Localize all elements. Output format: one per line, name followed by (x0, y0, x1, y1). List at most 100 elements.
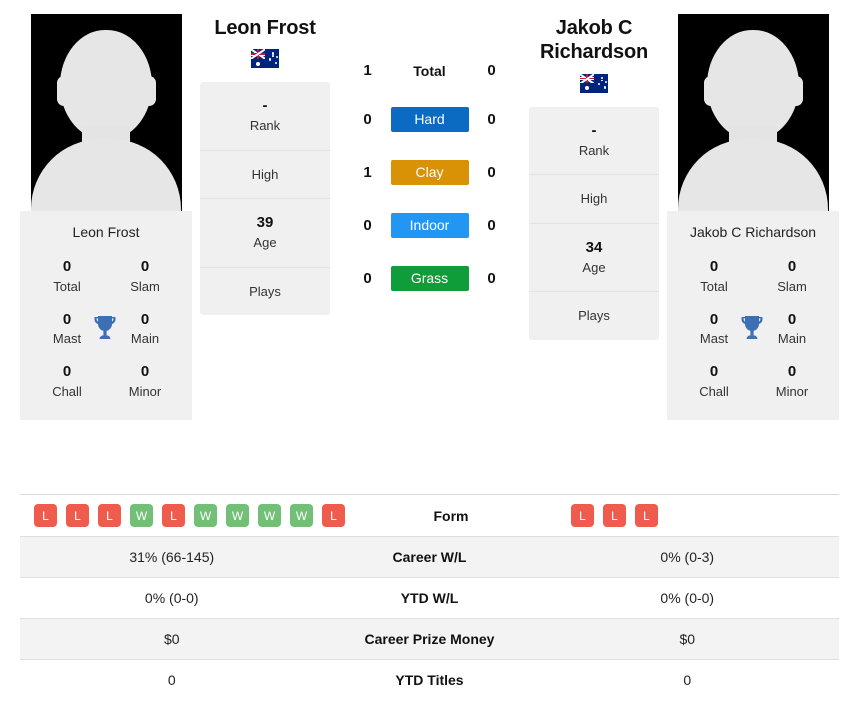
union-jack (580, 73, 594, 84)
surface-titles-column: 1 Total 0 0 Hard 0 1 Clay 0 0 Indoor 0 0 (330, 14, 529, 291)
ytd-titles-right: 0 (683, 672, 692, 688)
surface-hard-right-value: 0 (487, 111, 496, 128)
career-prize-left: $0 (163, 631, 180, 647)
info-rank-value-left: - (262, 97, 268, 115)
surface-grass-label: Grass (390, 266, 469, 291)
table-row-career-prize: $0 Career Prize Money $0 (20, 618, 839, 659)
player-photo-left (30, 14, 182, 211)
surface-clay-left-value: 1 (363, 164, 372, 181)
titles-slam-label-left: Slam (130, 278, 160, 294)
table-row-ytd-wl: 0% (0-0) YTD W/L 0% (0-0) (20, 577, 839, 618)
player-name-right: Jakob C Richardson (539, 17, 649, 64)
surface-hard-label: Hard (390, 107, 469, 132)
titles-total-label-left: Total (53, 278, 81, 294)
titles-slam-left: 0 Slam (106, 256, 184, 297)
form-badge-w[interactable]: W (258, 504, 281, 527)
player-card-left: Leon Frost 0 Total 0 Slam 0 Mast 0 Main … (20, 14, 192, 420)
form-badge-l[interactable]: L (34, 504, 57, 527)
surface-total-left-value: 1 (363, 62, 372, 79)
titles-total-label-right: Total (700, 278, 728, 294)
player-info-col-right: Jakob C Richardson - Rank High 34 Age Pl… (529, 14, 659, 340)
info-rank-label-left: Rank (249, 118, 281, 134)
form-badge-l[interactable]: L (98, 504, 121, 527)
player-flag-right (529, 73, 659, 93)
titles-minor-label-left: Minor (128, 383, 162, 399)
player-flag-left (200, 49, 330, 69)
ytd-wl-right: 0% (0-0) (660, 590, 715, 606)
union-jack (251, 49, 265, 59)
trophy-icon (736, 312, 770, 346)
surface-indoor-right-value: 0 (487, 217, 496, 234)
form-badge-l[interactable]: L (322, 504, 345, 527)
info-rank-label-right: Rank (578, 142, 610, 158)
ytd-wl-left: 0% (0-0) (144, 590, 199, 606)
info-age-label-left: Age (253, 235, 277, 251)
table-label-career-wl: Career W/L (392, 549, 467, 565)
form-badge-l[interactable]: L (162, 504, 185, 527)
player-name-left: Leon Frost (214, 17, 316, 39)
avatar-silhouette-ear-right (141, 76, 156, 106)
info-high-label-left: High (251, 166, 279, 182)
player-info-col-left: Leon Frost - Rank High 39 Age Plays (200, 14, 330, 316)
table-row-career-wl: 31% (66-145) Career W/L 0% (0-3) (20, 536, 839, 577)
surface-grass-left-value: 0 (363, 270, 372, 287)
table-label-ytd-titles: YTD Titles (395, 672, 464, 688)
australia-flag-icon (580, 73, 608, 93)
info-rank-left: - Rank (200, 82, 330, 150)
form-badge-l[interactable]: L (571, 504, 594, 527)
career-wl-right: 0% (0-3) (660, 549, 715, 565)
info-age-value-left: 39 (256, 214, 274, 232)
table-label-form: Form (433, 507, 469, 524)
table-row-form: LLLWLWWWWL Form LLL (20, 494, 839, 536)
surface-total-right-value: 0 (487, 62, 496, 79)
career-wl-left: 31% (66-145) (129, 549, 215, 565)
form-badge-w[interactable]: W (130, 504, 153, 527)
titles-total-left: 0 Total (28, 256, 106, 297)
info-rank-value-right: - (591, 121, 597, 139)
info-age-right: 34 Age (529, 222, 659, 292)
comparison-header: Leon Frost 0 Total 0 Slam 0 Mast 0 Main … (0, 0, 859, 490)
titles-chall-label-left: Chall (52, 383, 82, 399)
avatar-silhouette-head (60, 30, 152, 140)
info-plays-label-right: Plays (578, 308, 610, 324)
player-photo-right (677, 14, 829, 211)
avatar-silhouette-body (31, 139, 181, 211)
form-badge-l[interactable]: L (66, 504, 89, 527)
player-card-right: Jakob C Richardson 0 Total 0 Slam 0 Mast (667, 14, 839, 420)
comparison-stats-table: LLLWLWWWWL Form LLL 31% (66-145) Career … (20, 494, 839, 705)
info-panel-left: - Rank High 39 Age Plays (200, 82, 330, 316)
titles-minor-right: 0 Minor (753, 361, 831, 402)
avatar-silhouette-ear-left (703, 76, 718, 106)
surface-row-clay: 1 Clay 0 (330, 160, 529, 185)
surface-hard-left-value: 0 (363, 111, 372, 128)
surface-grass-right-value: 0 (487, 270, 496, 287)
australia-flag-icon (251, 49, 279, 69)
form-cell-left: LLLWLWWWWL (20, 504, 345, 527)
info-age-label-right: Age (582, 259, 606, 275)
table-label-career-prize: Career Prize Money (364, 631, 495, 647)
table-row-ytd-titles: 0 YTD Titles 0 (20, 659, 839, 700)
avatar-silhouette-head (707, 30, 799, 140)
info-age-value-right: 34 (585, 238, 603, 256)
titles-grid-left: 0 Total 0 Slam 0 Mast 0 Main 0 Chall 0 M… (28, 256, 184, 402)
form-badge-l[interactable]: L (635, 504, 658, 527)
ytd-titles-left: 0 (167, 672, 176, 688)
info-high-label-right: High (580, 191, 608, 207)
form-badge-w[interactable]: W (290, 504, 313, 527)
avatar-silhouette-ear-left (56, 76, 71, 106)
titles-chall-value-left: 0 (62, 363, 72, 381)
titles-slam-right: 0 Slam (753, 256, 831, 297)
info-high-right: High (529, 174, 659, 223)
titles-total-value-left: 0 (62, 258, 72, 275)
form-badge-w[interactable]: W (194, 504, 217, 527)
info-panel-right: - Rank High 34 Age Plays (529, 106, 659, 340)
titles-grid-right: 0 Total 0 Slam 0 Mast 0 Main 0 Chall 0 M… (675, 256, 831, 402)
surface-row-grass: 0 Grass 0 (330, 266, 529, 291)
titles-minor-label-right: Minor (775, 383, 809, 399)
form-badge-l[interactable]: L (603, 504, 626, 527)
form-badge-w[interactable]: W (226, 504, 249, 527)
surface-row-hard: 0 Hard 0 (330, 107, 529, 132)
player-comparison-page: Leon Frost 0 Total 0 Slam 0 Mast 0 Main … (0, 0, 859, 705)
surface-row-total: 1 Total 0 (330, 62, 529, 79)
titles-minor-value-right: 0 (787, 363, 797, 381)
